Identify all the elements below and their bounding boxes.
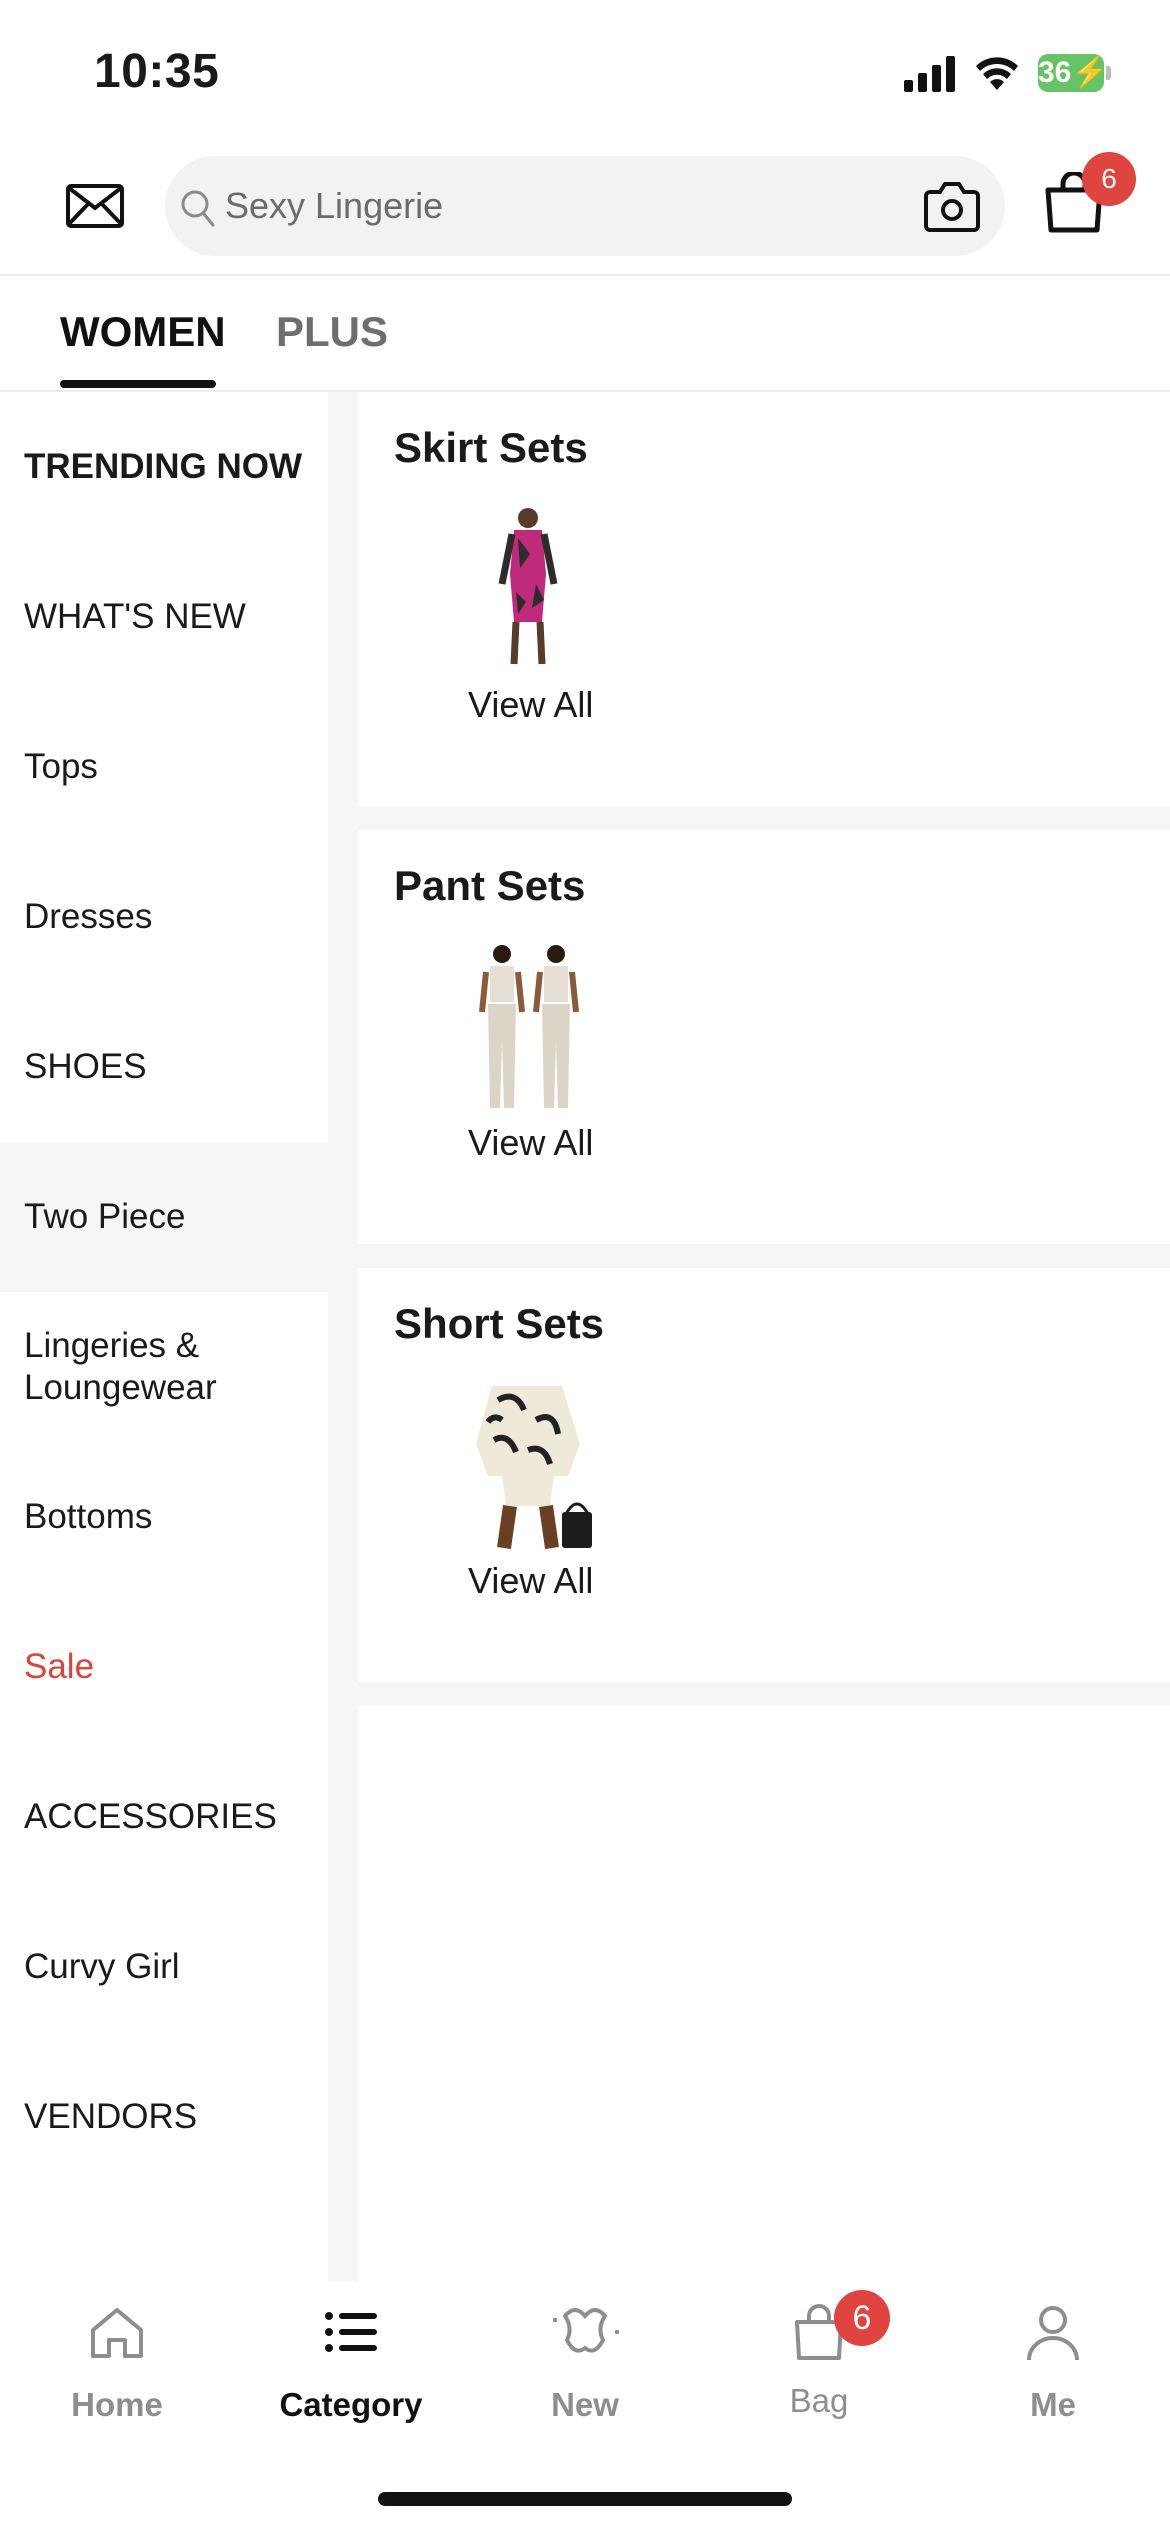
nav-me[interactable]: Me — [936, 2282, 1170, 2442]
tab-active-indicator — [60, 380, 216, 388]
sidebar-item-bottoms[interactable]: Bottoms — [0, 1442, 328, 1592]
sidebar-item-two-piece[interactable]: Two Piece — [0, 1142, 328, 1292]
profile-icon — [1027, 2306, 1079, 2361]
cellular-signal-icon — [904, 56, 955, 92]
battery-tip — [1106, 66, 1111, 80]
mail-icon[interactable] — [66, 184, 124, 228]
category-sidebar: TRENDING NOW WHAT'S NEW Tops Dresses SHO… — [0, 392, 328, 2282]
camera-icon[interactable] — [924, 180, 980, 232]
tab-women[interactable]: WOMEN — [60, 308, 226, 356]
section-divider — [358, 1682, 1170, 1706]
sidebar-item-trending-now[interactable]: TRENDING NOW — [0, 392, 328, 542]
view-all-link[interactable]: View All — [468, 1560, 593, 1602]
view-all-link[interactable]: View All — [468, 1122, 593, 1164]
sidebar-item-curvy-girl[interactable]: Curvy Girl — [0, 1892, 328, 2042]
bag-badge: 6 — [834, 2290, 890, 2346]
home-icon — [91, 2308, 143, 2358]
sidebar-item-whats-new[interactable]: WHAT'S NEW — [0, 542, 328, 692]
section-skirt-sets: Skirt Sets View All — [358, 392, 1170, 806]
header-divider — [0, 274, 1170, 276]
section-divider — [358, 806, 1170, 830]
sidebar-item-dresses[interactable]: Dresses — [0, 842, 328, 992]
nav-home[interactable]: Home — [0, 2282, 234, 2442]
category-icon — [325, 2312, 377, 2352]
new-icon — [553, 2308, 619, 2353]
status-time: 10:35 — [94, 45, 220, 98]
skirt-set-thumbnail[interactable] — [458, 504, 598, 674]
sidebar-item-vendors[interactable]: VENDORS — [0, 2042, 328, 2192]
sidebar-item-shoes[interactable]: SHOES — [0, 992, 328, 1142]
nav-category[interactable]: Category — [234, 2282, 468, 2442]
search-placeholder: Sexy Lingerie — [225, 185, 444, 226]
sidebar-item-lingeries-loungewear[interactable]: Lingeries & Loungewear — [0, 1292, 328, 1442]
section-title: Pant Sets — [394, 862, 586, 909]
battery-indicator: 36⚡ — [1038, 54, 1109, 92]
short-set-thumbnail[interactable] — [458, 1380, 598, 1550]
wifi-icon — [976, 57, 1018, 90]
section-short-sets: Short Sets View All — [358, 1268, 1170, 1682]
pant-set-thumbnail[interactable] — [458, 942, 598, 1112]
section-title: Short Sets — [394, 1300, 605, 1347]
sidebar-item-sale[interactable]: Sale — [0, 1592, 328, 1742]
section-pant-sets: Pant Sets View All — [358, 830, 1170, 1244]
nav-bag[interactable]: 6 Bag — [702, 2282, 936, 2442]
nav-new[interactable]: New — [468, 2282, 702, 2442]
sidebar-item-tops[interactable]: Tops — [0, 692, 328, 842]
sidebar-separator — [328, 392, 358, 2282]
section-title: Skirt Sets — [394, 424, 588, 471]
search-icon — [181, 190, 215, 227]
view-all-link[interactable]: View All — [468, 684, 593, 726]
tab-plus[interactable]: PLUS — [276, 308, 388, 356]
sidebar-item-accessories[interactable]: ACCESSORIES — [0, 1742, 328, 1892]
home-indicator — [378, 2492, 792, 2506]
cart-badge: 6 — [1082, 152, 1136, 206]
section-divider — [358, 1244, 1170, 1268]
